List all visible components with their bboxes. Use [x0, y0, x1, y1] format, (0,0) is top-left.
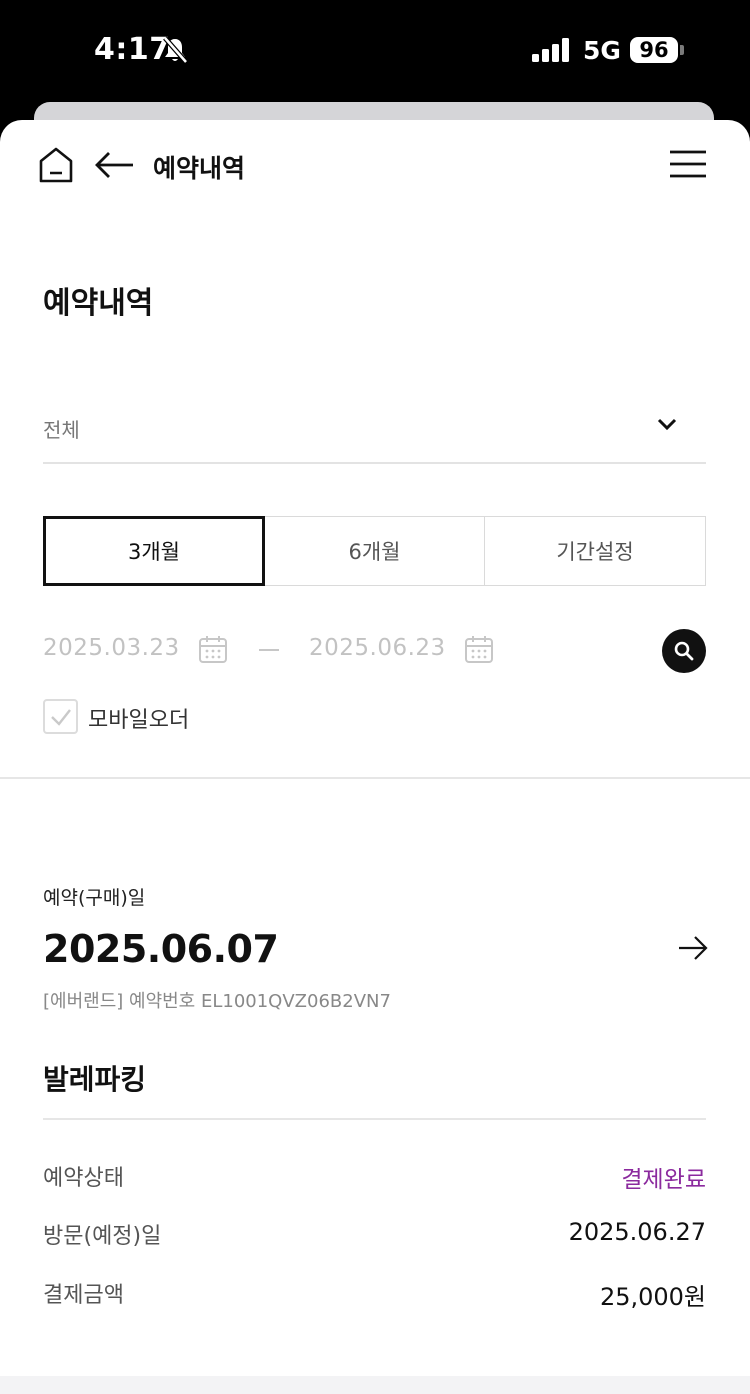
reservation-sheet: 예약내역 예약내역 전체 3개월 6개월 기간설정 2025.03.23 202…	[0, 120, 750, 1394]
payment-amount-value: 25,000원	[599, 1283, 706, 1311]
payment-amount-label: 결제금액	[43, 1283, 124, 1308]
tab-custom-period[interactable]: 기간설정	[484, 516, 706, 586]
mobile-order-checkbox[interactable]	[43, 699, 78, 734]
battery-icon: 96	[630, 37, 678, 63]
reservation-date: 2025.06.07	[43, 927, 279, 971]
bell-muted-icon	[163, 36, 188, 64]
home-icon[interactable]	[38, 146, 74, 184]
page-title: 예약내역	[43, 286, 154, 321]
menu-icon[interactable]	[670, 150, 706, 178]
chevron-down-icon	[657, 418, 677, 431]
arrow-right-icon[interactable]	[678, 935, 708, 961]
bottom-separator	[0, 1376, 750, 1394]
reservation-date-label: 예약(구매)일	[43, 887, 146, 909]
date-range-separator	[259, 649, 279, 651]
mobile-order-label: 모바일오더	[88, 708, 190, 733]
card-divider	[43, 1118, 706, 1120]
battery-cap	[680, 45, 684, 55]
header-title: 예약내역	[153, 154, 246, 183]
visit-date-label: 방문(예정)일	[43, 1224, 162, 1249]
search-icon	[674, 641, 694, 661]
back-arrow-icon[interactable]	[95, 150, 135, 180]
period-tabs: 3개월 6개월 기간설정	[43, 516, 706, 586]
search-button[interactable]	[662, 629, 706, 673]
section-divider	[0, 777, 750, 779]
end-date[interactable]: 2025.06.23	[309, 635, 446, 661]
signal-icon	[532, 38, 569, 62]
visit-date-value: 2025.06.27	[568, 1218, 706, 1246]
tab-6-months[interactable]: 6개월	[264, 516, 485, 586]
dropdown-value: 전체	[43, 418, 80, 442]
category-dropdown[interactable]: 전체	[43, 400, 706, 464]
checkmark-icon	[51, 709, 71, 726]
network-type: 5G	[583, 36, 621, 65]
tab-3-months[interactable]: 3개월	[43, 516, 265, 586]
status-time: 4:17	[94, 32, 171, 67]
status-label: 예약상태	[43, 1166, 124, 1191]
status-badge: 결제완료	[621, 1167, 706, 1193]
status-bar: 4:17 5G 96	[0, 0, 750, 100]
service-name: 발레파킹	[43, 1063, 147, 1096]
reservation-number: [에버랜드] 예약번호 EL1001QVZ06B2VN7	[43, 991, 391, 1012]
calendar-icon[interactable]	[198, 634, 228, 664]
start-date[interactable]: 2025.03.23	[43, 635, 180, 661]
calendar-icon[interactable]	[464, 634, 494, 664]
